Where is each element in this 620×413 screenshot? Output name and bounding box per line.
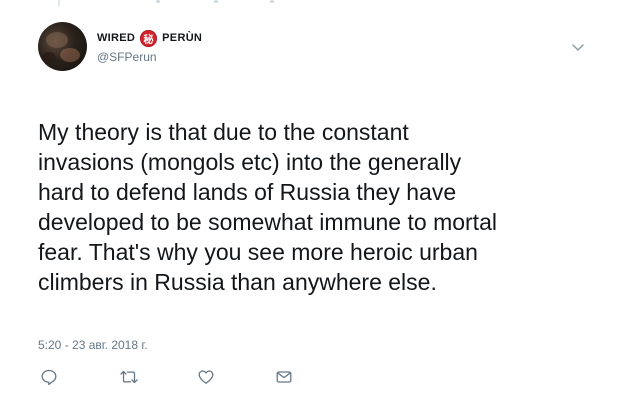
reply-button[interactable] [38,366,60,388]
retweet-button[interactable] [118,366,140,388]
reply-icon [40,368,58,386]
user-handle[interactable]: @SFPerun [97,50,157,64]
seal-emoji-icon: 秘 [140,29,158,47]
previous-tweet-fragment [0,0,620,6]
like-button[interactable] [195,366,217,388]
tweet-text: My theory is that due to the constant in… [38,119,497,295]
heart-icon [197,368,215,386]
retweet-icon [119,368,139,386]
display-name[interactable]: WIRED 秘 PERÙN [97,26,202,50]
direct-message-button[interactable] [273,366,295,388]
previous-tweet-icon [270,0,274,3]
display-name-left: WIRED [97,32,136,44]
thread-line [58,0,60,6]
envelope-icon [275,368,293,386]
previous-tweet-icon [156,0,160,3]
previous-tweet-icon [214,0,218,3]
avatar[interactable] [38,22,87,71]
chevron-down-icon[interactable] [571,40,585,51]
tweet-timestamp[interactable]: 5:20 - 23 авг. 2018 г. [38,338,148,352]
display-name-right: PERÙN [162,32,203,44]
